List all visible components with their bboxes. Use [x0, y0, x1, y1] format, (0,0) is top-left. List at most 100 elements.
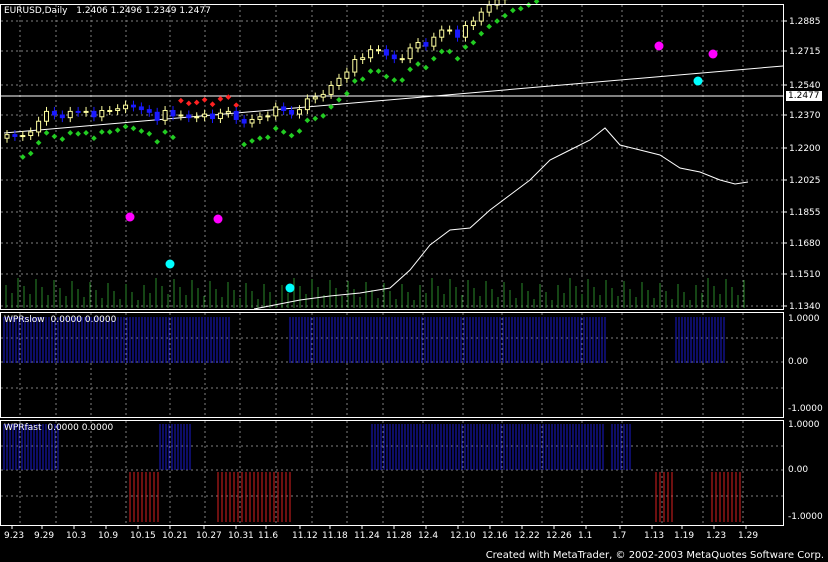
- stop-dot: [201, 96, 208, 103]
- candle-body: [415, 42, 421, 49]
- candle-body: [376, 49, 381, 52]
- candle-body: [265, 115, 271, 118]
- candle-body: [28, 131, 34, 137]
- wpr-slow-title: WPRslow 0.0000 0.0000: [4, 315, 116, 325]
- candle-body: [115, 108, 121, 112]
- date-tick-label: 1.23: [706, 531, 726, 541]
- candle-body: [249, 118, 255, 124]
- swing-marker: [285, 283, 295, 293]
- candle-body: [51, 110, 57, 116]
- stop-dot: [367, 68, 374, 74]
- candle-body: [257, 116, 263, 120]
- swing-marker: [213, 214, 223, 224]
- stop-dot: [225, 94, 232, 100]
- clipped-tab-strip: [0, 543, 828, 548]
- stop-dot: [170, 134, 176, 141]
- stop-dot: [114, 127, 121, 134]
- stop-dot: [407, 66, 413, 73]
- stop-dot: [438, 48, 445, 55]
- date-tick-label: 11.6: [258, 531, 278, 541]
- stop-dot: [494, 18, 500, 24]
- price-tick-label: 1.2715: [789, 47, 821, 57]
- date-tick-label: 11.28: [386, 531, 412, 541]
- candle-body: [399, 58, 405, 61]
- date-tick-label: 10.3: [66, 531, 86, 541]
- price-tick-label: 1.2885: [789, 17, 821, 27]
- stop-dot: [280, 129, 287, 135]
- candle-body: [83, 110, 89, 113]
- stop-dot: [454, 55, 461, 62]
- stop-dot: [193, 99, 200, 106]
- wpr-fast-level-zero: 0.00: [788, 465, 809, 475]
- candle-body: [352, 59, 358, 73]
- candle-body: [4, 134, 10, 139]
- candle-body: [304, 98, 310, 111]
- stop-dot: [502, 12, 508, 19]
- grid-lines: [1, 5, 783, 525]
- price-tick-label: 1.2200: [789, 144, 821, 154]
- candle-body: [186, 114, 192, 119]
- trend-line[interactable]: [3, 65, 784, 134]
- candle-body: [162, 110, 168, 121]
- candle-body: [130, 104, 136, 108]
- candle-body: [455, 29, 461, 38]
- pane-frames: [0, 4, 784, 526]
- candle-body: [391, 54, 397, 60]
- stop-dot: [272, 125, 279, 132]
- candle-body: [328, 84, 334, 95]
- candle-body: [383, 49, 389, 56]
- date-tick-label: 12.4: [418, 531, 438, 541]
- candle-body: [462, 25, 468, 38]
- swing-marker: [125, 212, 135, 222]
- date-tick-label: 10.15: [130, 531, 156, 541]
- price-tick-label: 1.1855: [789, 208, 821, 218]
- stop-dot: [344, 90, 350, 97]
- stop-dot: [399, 77, 406, 83]
- stop-dot: [296, 128, 303, 134]
- stop-dot: [265, 134, 271, 141]
- candle-body: [296, 109, 302, 115]
- date-tick-label: 10.27: [196, 531, 222, 541]
- stop-dot: [336, 96, 342, 103]
- stop-dot: [510, 7, 516, 14]
- chart-window[interactable]: 1.2885 1.2715 1.2540 1.2370 1.2200 1.2025 1.18…: [0, 0, 828, 562]
- wpr-slow-level-zero: 0.00: [788, 357, 809, 367]
- candle-body: [178, 114, 184, 117]
- chart-title: EURUSD,Daily 1.2406 1.2496 1.2349 1.2477: [4, 6, 211, 16]
- stop-dot: [185, 100, 192, 107]
- stop-dot: [154, 138, 161, 145]
- swing-marker: [708, 49, 718, 59]
- candle-body: [99, 110, 105, 118]
- stop-dot: [517, 5, 524, 12]
- stop-dot: [446, 48, 453, 55]
- candle-body: [289, 110, 295, 115]
- candle-body: [91, 110, 97, 118]
- candle-body: [20, 135, 26, 138]
- stop-dot: [359, 76, 366, 83]
- candle-body: [107, 110, 113, 113]
- date-tick-label: 12.10: [450, 531, 476, 541]
- stop-dot: [209, 101, 216, 108]
- stop-dot: [423, 64, 429, 71]
- candle-body: [478, 11, 484, 22]
- candle-body: [470, 20, 476, 27]
- swing-marker: [165, 259, 175, 269]
- stop-dot: [415, 61, 421, 67]
- stop-dot: [130, 125, 137, 132]
- stop-dot: [478, 30, 485, 37]
- stop-dot: [533, 0, 540, 5]
- stop-dot: [383, 73, 390, 80]
- candle-body: [368, 49, 374, 59]
- date-axis: 9.23 9.29 10.3 10.9 10.15 10.21 10.27 10.31 11.6…: [4, 525, 758, 541]
- stop-dot: [75, 130, 81, 137]
- wpr-fast-values: 0.0000 0.0000: [47, 423, 114, 433]
- price-tick-label: 1.1340: [789, 302, 821, 312]
- footer-credit: Created with MetaTrader, © 2002-2003 Met…: [485, 550, 824, 561]
- stop-dot: [431, 55, 437, 62]
- candle-body: [170, 110, 176, 117]
- date-tick-label: 9.23: [4, 531, 24, 541]
- price-tick-label: 1.1680: [789, 239, 821, 249]
- date-tick-label: 1.13: [644, 531, 664, 541]
- stop-dot: [304, 117, 311, 124]
- date-tick-label: 10.9: [98, 531, 118, 541]
